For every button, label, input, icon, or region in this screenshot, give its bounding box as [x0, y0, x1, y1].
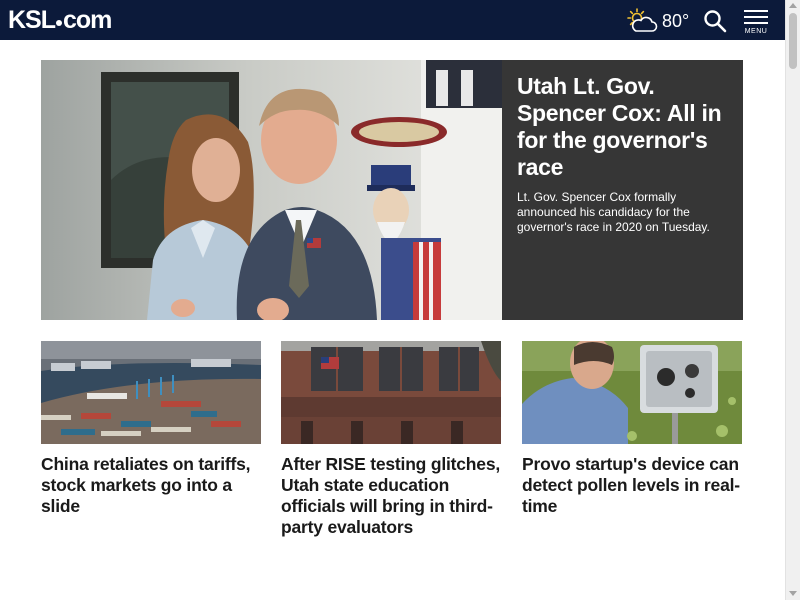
search-icon: [704, 10, 727, 33]
story-card[interactable]: China retaliates on tariffs, stock marke…: [41, 341, 261, 517]
story-thumbnail[interactable]: [522, 341, 742, 444]
scroll-up-arrow-icon[interactable]: [789, 3, 797, 8]
education-building-photo: [281, 341, 501, 444]
ksl-logo[interactable]: KSL com: [8, 6, 112, 34]
weather-widget[interactable]: 80°: [626, 8, 689, 34]
story-headline[interactable]: After RISE testing glitches, Utah state …: [281, 454, 501, 538]
port-aerial-photo: [41, 341, 261, 444]
hero-summary: Lt. Gov. Spencer Cox formally announced …: [517, 190, 710, 234]
scroll-thumb[interactable]: [789, 13, 797, 69]
menu-button[interactable]: MENU: [742, 10, 770, 36]
scroll-down-arrow-icon[interactable]: [789, 591, 797, 596]
hero-photo[interactable]: [41, 60, 502, 320]
story-thumbnail[interactable]: [281, 341, 501, 444]
logo-dot: [56, 20, 62, 26]
hero-text-panel[interactable]: Utah Lt. Gov. Spencer Cox: All in for th…: [502, 60, 743, 320]
story-card[interactable]: After RISE testing glitches, Utah state …: [281, 341, 501, 538]
story-thumbnail[interactable]: [41, 341, 261, 444]
hero-photo-illustration: [41, 60, 502, 320]
logo-suffix: com: [63, 6, 112, 34]
temperature: 80°: [662, 10, 690, 31]
hamburger-icon: [744, 10, 768, 12]
partly-cloudy-sun-icon: [627, 8, 658, 32]
hero-story[interactable]: Utah Lt. Gov. Spencer Cox: All in for th…: [41, 60, 743, 320]
hero-headline[interactable]: Utah Lt. Gov. Spencer Cox: All in for th…: [517, 73, 729, 181]
story-card[interactable]: Provo startup's device can detect pollen…: [522, 341, 742, 517]
site-header: KSL com 80° MENU: [0, 0, 785, 40]
search-button[interactable]: [703, 9, 727, 33]
story-headline[interactable]: China retaliates on tariffs, stock marke…: [41, 454, 261, 517]
pollen-device-photo: [522, 341, 742, 444]
logo-text: KSL: [8, 6, 56, 34]
vertical-scrollbar[interactable]: [785, 0, 800, 600]
story-headline[interactable]: Provo startup's device can detect pollen…: [522, 454, 742, 517]
menu-label: MENU: [744, 28, 768, 35]
